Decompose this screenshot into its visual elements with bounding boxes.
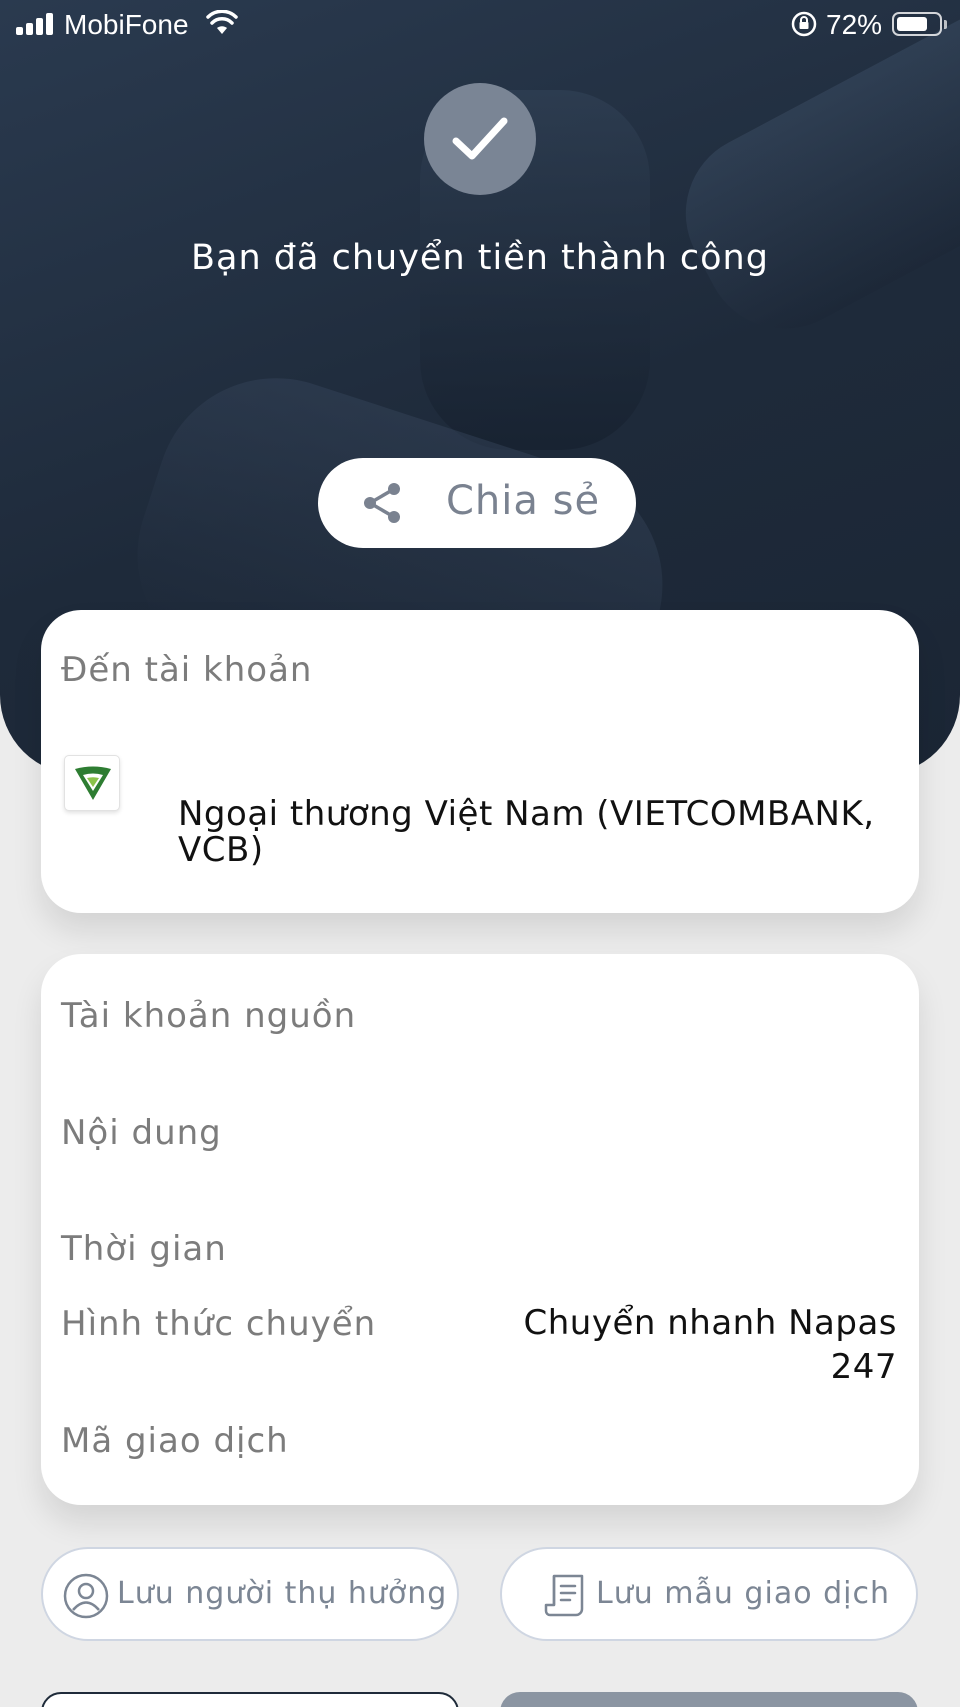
battery-percentage: 72% (826, 9, 883, 40)
time-label: Thời gian (61, 1229, 227, 1269)
vietcombank-logo-icon (64, 755, 120, 811)
share-label: Chia sẻ (446, 478, 601, 524)
secondary-bottom-button[interactable] (41, 1692, 459, 1707)
save-payee-label: Lưu người thụ hưởng (117, 1576, 448, 1611)
share-button[interactable]: Chia sẻ (318, 458, 636, 548)
transaction-id-label: Mã giao dịch (61, 1421, 289, 1461)
receipt-icon (544, 1574, 584, 1617)
transfer-method-label: Hình thức chuyển (61, 1304, 377, 1344)
signal-icon (16, 13, 56, 35)
source-account-label: Tài khoản nguồn (61, 996, 357, 1036)
success-message: Bạn đã chuyển tiền thành công (191, 238, 769, 278)
primary-bottom-button[interactable] (500, 1692, 918, 1707)
save-template-button[interactable]: Lưu mẫu giao dịch (500, 1547, 918, 1641)
share-icon (364, 483, 400, 523)
carrier-name: MobiFone (64, 9, 189, 40)
destination-card: Đến tài khoản Ngoại thương Việt Nam (VIE… (41, 610, 919, 913)
battery-icon (892, 12, 947, 36)
save-template-label: Lưu mẫu giao dịch (596, 1576, 890, 1611)
wifi-icon (206, 10, 238, 34)
save-payee-button[interactable]: Lưu người thụ hưởng (41, 1547, 459, 1641)
content-label: Nội dung (61, 1113, 222, 1153)
bank-name: Ngoại thương Việt Nam (VIETCOMBANK, VCB) (178, 794, 875, 870)
status-bar: MobiFone 72% (0, 0, 960, 50)
decorative-shape (657, 0, 960, 357)
rotation-lock-icon (791, 11, 817, 37)
user-icon (63, 1573, 109, 1619)
transaction-details-card: Tài khoản nguồn Nội dung Thời gian Hình … (41, 954, 919, 1505)
destination-label: Đến tài khoản (61, 650, 313, 690)
success-check-icon (424, 83, 536, 195)
transfer-method-value: Chuyển nhanh Napas 247 (523, 1303, 897, 1387)
